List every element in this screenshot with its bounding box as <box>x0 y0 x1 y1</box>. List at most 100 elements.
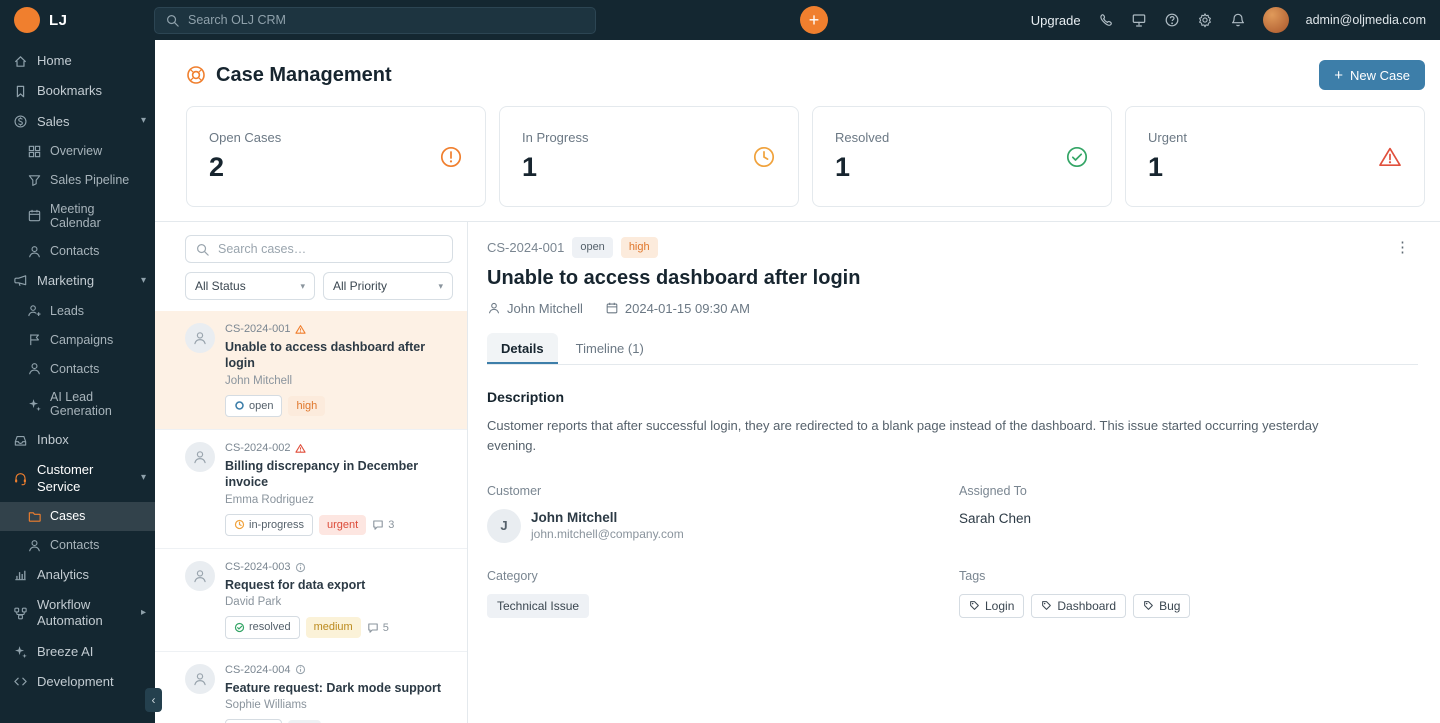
sidebar-item-inbox[interactable]: Inbox <box>0 425 155 455</box>
case-filters: All Status ▾ All Priority ▾ <box>185 272 453 301</box>
status-open-icon <box>234 400 245 411</box>
tag-icon <box>1143 600 1154 611</box>
sidebar-item-contacts[interactable]: Contacts <box>0 354 155 383</box>
sidebar-item-label: Contacts <box>50 538 100 553</box>
plus-icon: + <box>1334 66 1344 84</box>
sidebar-item-label: Sales <box>37 113 70 129</box>
app-logo: LJ <box>14 7 154 33</box>
ai-icon <box>27 397 42 412</box>
inbox-icon <box>13 433 28 448</box>
presentation-icon[interactable] <box>1131 12 1147 28</box>
quick-add-button[interactable]: + <box>800 6 828 34</box>
sidebar-item-analytics[interactable]: Analytics <box>0 560 155 590</box>
page-header: Case Management + New Case <box>155 40 1440 106</box>
sidebar-item-meeting-calendar[interactable]: Meeting Calendar <box>0 195 155 237</box>
stat-value: 1 <box>522 152 538 182</box>
tag-icon <box>1041 600 1052 611</box>
sidebar-item-breeze-ai[interactable]: Breeze AI <box>0 637 155 667</box>
assigned-label: Assigned To <box>959 483 1027 498</box>
sidebar-item-sales[interactable]: Sales ▾ <box>0 107 155 137</box>
analytics-icon <box>13 567 28 582</box>
person-icon <box>192 330 208 346</box>
case-list-item-cs-2024-004[interactable]: CS-2024-004 Feature request: Dark mode su… <box>155 652 467 723</box>
tag-icon <box>969 600 980 611</box>
stat-label: Resolved <box>835 130 890 145</box>
tab-timeline[interactable]: Timeline (1) <box>562 333 658 364</box>
user-avatar[interactable] <box>1262 7 1289 33</box>
case-search[interactable] <box>185 235 453 264</box>
sidebar-item-label: Meeting Calendar <box>50 201 101 230</box>
person-icon <box>487 301 501 315</box>
sidebar-item-label: Marketing <box>37 272 95 288</box>
avatar <box>185 663 215 694</box>
sidebar-item-campaigns[interactable]: Campaigns <box>0 325 155 354</box>
logo-icon[interactable] <box>14 7 40 33</box>
sidebar-item-cases[interactable]: Cases <box>0 501 155 531</box>
sidebar-item-bookmarks[interactable]: Bookmarks <box>0 76 155 106</box>
stat-card-urgent: Urgent 1 <box>1125 106 1425 207</box>
case-search-input[interactable] <box>218 242 443 256</box>
help-icon[interactable] <box>1164 12 1180 28</box>
tag-login[interactable]: Login <box>959 593 1025 618</box>
person-icon <box>27 244 42 259</box>
stat-label: Open Cases <box>209 130 282 145</box>
tag-dashboard[interactable]: Dashboard <box>1031 593 1127 618</box>
case-actions-menu-icon[interactable]: ⋮ <box>1387 238 1418 256</box>
case-id: CS-2024-004 <box>225 663 291 676</box>
sidebar-item-customer-service[interactable]: Customer Service ▾ <box>0 455 155 502</box>
upgrade-link[interactable]: Upgrade <box>1031 13 1081 28</box>
sidebar-item-ai-lead-generation[interactable]: AI Lead Generation <box>0 383 155 425</box>
marketing-icon <box>13 273 28 288</box>
priority-warning-icon <box>295 324 307 335</box>
tags-label: Tags <box>959 568 986 583</box>
priority-badge: medium <box>305 617 361 638</box>
stat-card-open-cases: Open Cases 2 <box>186 106 486 207</box>
category-badge: Technical Issue <box>487 593 590 618</box>
category-label: Category <box>487 568 538 583</box>
sidebar-item-home[interactable]: Home <box>0 46 155 76</box>
avatar <box>185 442 215 473</box>
service-icon <box>13 471 28 486</box>
sidebar-item-development[interactable]: Development <box>0 667 155 697</box>
notifications-bell-icon[interactable] <box>1230 12 1246 28</box>
case-list-panel: All Status ▾ All Priority ▾ CS-2024-001 U… <box>155 222 468 723</box>
tab-details[interactable]: Details <box>487 332 558 364</box>
person-icon <box>192 449 208 465</box>
chevron-right-icon: ▸ <box>140 607 146 618</box>
tag-bug[interactable]: Bug <box>1133 593 1191 618</box>
campaigns-icon <box>27 332 42 347</box>
check-circle-icon <box>1065 145 1089 169</box>
user-email[interactable]: admin@oljmedia.com <box>1306 13 1426 27</box>
sidebar-collapse-button[interactable]: ‹ <box>145 688 162 712</box>
calendar-icon <box>27 208 42 223</box>
status-resolved-icon <box>234 622 245 633</box>
global-search-input[interactable] <box>188 13 585 27</box>
status-badge: open <box>225 719 283 723</box>
case-list-item-cs-2024-003[interactable]: CS-2024-003 Request for data export David … <box>155 549 467 652</box>
calendar-icon <box>605 301 619 315</box>
sidebar-item-marketing[interactable]: Marketing ▾ <box>0 266 155 296</box>
sidebar-item-label: Leads <box>50 303 85 318</box>
settings-gear-icon[interactable] <box>1197 12 1213 28</box>
sidebar-item-contacts[interactable]: Contacts <box>0 531 155 560</box>
breeze-icon <box>13 644 28 659</box>
avatar <box>185 323 215 354</box>
description-label: Description <box>487 388 565 405</box>
case-title: Request for data export <box>225 578 366 593</box>
case-list-item-cs-2024-002[interactable]: CS-2024-002 Billing discrepancy in Decemb… <box>155 430 467 550</box>
sidebar-item-workflow-automation[interactable]: Workflow Automation ▸ <box>0 590 155 637</box>
phone-icon[interactable] <box>1098 12 1114 28</box>
sidebar-item-label: Campaigns <box>50 332 114 347</box>
sidebar-item-label: Cases <box>50 509 86 524</box>
sidebar-item-contacts[interactable]: Contacts <box>0 237 155 266</box>
global-search[interactable] <box>154 6 596 34</box>
case-customer: Sophie Williams <box>225 699 307 712</box>
case-list-item-cs-2024-001[interactable]: CS-2024-001 Unable to access dashboard af… <box>155 311 467 431</box>
sidebar-item-sales-pipeline[interactable]: Sales Pipeline <box>0 166 155 195</box>
status-filter[interactable]: All Status ▾ <box>185 272 315 301</box>
priority-filter[interactable]: All Priority ▾ <box>323 272 453 301</box>
sidebar-item-leads[interactable]: Leads <box>0 296 155 325</box>
sidebar-item-overview[interactable]: Overview <box>0 137 155 166</box>
new-case-button[interactable]: + New Case <box>1319 60 1425 90</box>
priority-info-icon <box>295 562 306 573</box>
